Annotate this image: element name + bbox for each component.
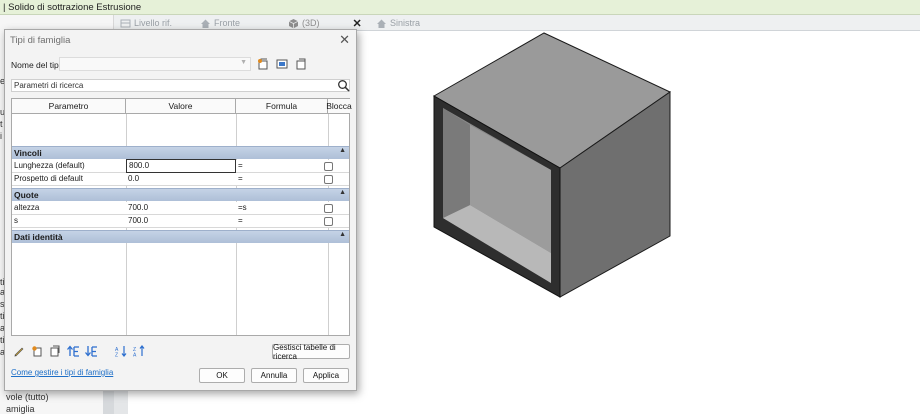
column-header-parameter[interactable]: Parametro (12, 99, 126, 114)
section-header-dati-identita[interactable]: Dati identità ▲ (12, 230, 349, 243)
move-up-icon[interactable] (67, 345, 79, 357)
app-title: | Solido di sottrazione Estrusione (3, 2, 142, 13)
type-name-select[interactable]: ▼ (59, 57, 251, 71)
type-name-label: Nome del tipo: (11, 60, 66, 70)
search-icon[interactable] (337, 79, 350, 92)
svg-text:Z: Z (115, 353, 118, 358)
param-name: Prospetto di default (14, 174, 83, 183)
param-name: Lunghezza (default) (14, 161, 85, 170)
value-field[interactable]: 700.0 (126, 215, 148, 227)
new-parameter-icon[interactable] (31, 345, 43, 357)
column-header-formula[interactable]: Formula (236, 99, 328, 114)
collapse-icon[interactable]: ▲ (339, 145, 346, 157)
svg-text:A: A (133, 353, 137, 358)
section-header-quote[interactable]: Quote ▲ (12, 188, 349, 201)
lock-checkbox[interactable] (324, 204, 333, 213)
table-row: s 700.0 = (12, 215, 349, 228)
plan-view-icon (120, 18, 131, 29)
column-header-lock[interactable]: Blocca (326, 99, 352, 114)
family-types-dialog: Tipi di famiglia ✕ Nome del tipo: ▼ Para… (4, 29, 357, 391)
manage-lookup-tables-button[interactable]: Gestisci tabelle di ricerca (272, 343, 350, 361)
elevation-view-icon (376, 18, 387, 29)
lock-checkbox[interactable] (324, 162, 333, 171)
box-inner-left (443, 108, 470, 218)
3d-view-icon (288, 18, 299, 29)
collapse-icon[interactable]: ▲ (339, 229, 346, 241)
ok-button[interactable]: OK (199, 368, 245, 383)
sort-ascending-icon[interactable]: AZ (115, 345, 127, 359)
close-icon[interactable]: ✕ (339, 32, 350, 48)
project-browser-item[interactable]: vole (tutto) (6, 392, 49, 402)
section-header-vincoli[interactable]: Vincoli ▲ (12, 146, 349, 159)
move-down-icon[interactable] (85, 345, 97, 357)
search-input[interactable] (12, 80, 332, 91)
formula-field[interactable]: = (236, 215, 243, 227)
lock-checkbox[interactable] (324, 175, 333, 184)
rename-type-icon[interactable] (276, 58, 288, 70)
value-field[interactable]: 700.0 (126, 202, 148, 214)
table-row: Lunghezza (default) 800.0 = (12, 159, 349, 173)
value-field[interactable]: 800.0 (126, 159, 236, 173)
formula-field[interactable]: = (236, 173, 243, 185)
dialog-title: Tipi di famiglia (10, 35, 71, 46)
param-name: altezza (14, 203, 40, 212)
3d-model-view[interactable] (420, 30, 690, 300)
sort-descending-icon[interactable]: ZA (133, 345, 145, 359)
edit-parameter-icon[interactable] (13, 345, 25, 357)
formula-field[interactable]: = (236, 160, 243, 172)
table-row: altezza 700.0 =s (12, 202, 349, 215)
table-row: Prospetto di default 0.0 = (12, 173, 349, 186)
parameters-grid: Parametro Valore Formula Blocca Vincoli … (11, 98, 352, 336)
chevron-down-icon: ▼ (240, 59, 247, 66)
param-name: s (14, 216, 18, 225)
new-type-icon[interactable] (257, 58, 269, 70)
cancel-button[interactable]: Annulla (251, 368, 297, 383)
apply-button[interactable]: Applica (303, 368, 349, 383)
project-browser-item[interactable]: t (0, 119, 3, 129)
formula-field[interactable]: =s (236, 202, 247, 214)
delete-type-icon[interactable] (295, 58, 307, 70)
parameter-search-field[interactable] (11, 79, 350, 92)
elevation-view-icon (200, 18, 211, 29)
project-browser-item[interactable]: i (0, 131, 2, 141)
delete-parameter-icon[interactable] (49, 345, 61, 357)
help-link[interactable]: Come gestire i tipi di famiglia (11, 368, 113, 377)
column-header-value[interactable]: Valore (126, 99, 236, 114)
close-tab-icon[interactable]: ✕ (353, 17, 362, 30)
collapse-icon[interactable]: ▲ (339, 187, 346, 199)
project-browser-item[interactable]: amiglia (6, 404, 35, 414)
app-title-bar: | Solido di sottrazione Estrusione (0, 0, 920, 15)
lock-checkbox[interactable] (324, 217, 333, 226)
value-field[interactable]: 0.0 (126, 173, 139, 185)
tab-sinistra[interactable]: Sinistra (376, 15, 420, 31)
